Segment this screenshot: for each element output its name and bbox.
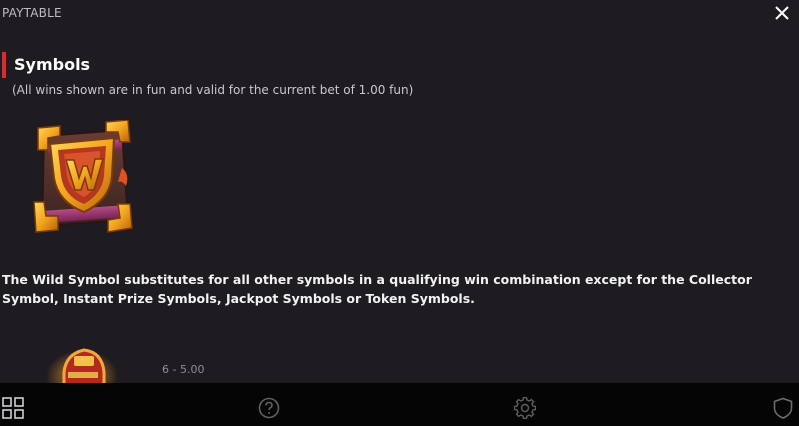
section-accent-bar [2, 52, 6, 78]
footer-bar [0, 383, 799, 426]
wild-description: The Wild Symbol substitutes for all othe… [2, 272, 752, 306]
section-note: (All wins shown are in fun and valid for… [12, 83, 414, 97]
symbol-icon [44, 342, 120, 384]
grid-menu-icon[interactable] [2, 397, 24, 419]
help-icon[interactable] [258, 397, 280, 419]
shield-icon[interactable] [772, 397, 794, 419]
payout-line: 6 - 5.00 [162, 363, 205, 376]
close-icon[interactable] [773, 4, 791, 22]
paytable-page: PAYTABLE Symbols (All wins shown are in … [0, 0, 799, 426]
settings-icon[interactable] [513, 396, 537, 420]
section-title: Symbols [14, 55, 91, 74]
page-title: PAYTABLE [2, 6, 62, 20]
wild-symbol-icon [30, 119, 134, 238]
